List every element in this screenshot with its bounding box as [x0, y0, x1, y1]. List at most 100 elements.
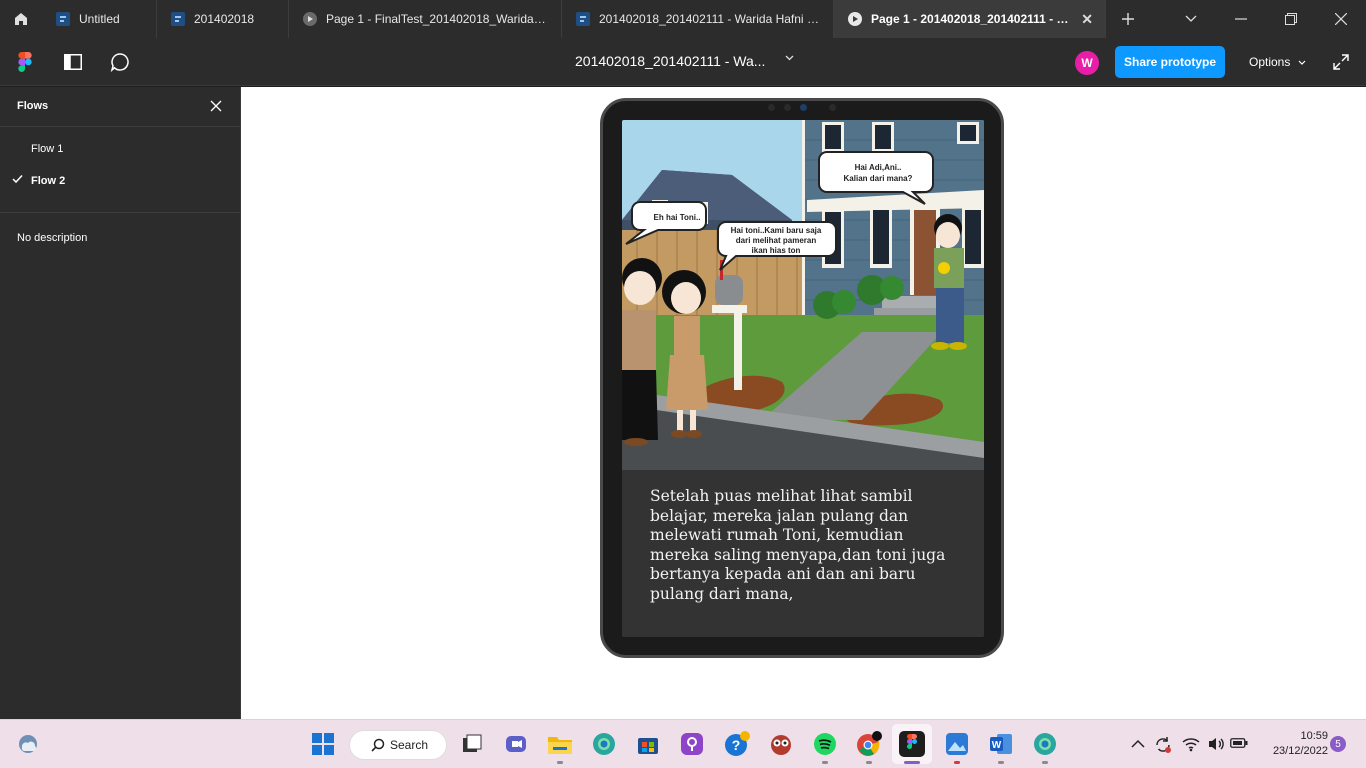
help-question-icon: ? [725, 731, 750, 756]
spotify-button[interactable] [811, 730, 839, 758]
sidebar-panel-icon [64, 54, 82, 70]
windows-logo-icon [312, 733, 334, 755]
clock[interactable]: 10:59 23/12/2022 [1258, 729, 1328, 759]
taskbar-search[interactable]: Search [349, 730, 447, 760]
teams-chat-button[interactable] [502, 730, 530, 758]
flow-item-flow-2[interactable]: Flow 2 [0, 165, 240, 197]
svg-text:W: W [992, 740, 1002, 751]
new-tab-button[interactable] [1106, 0, 1150, 38]
toggle-sidebar-button[interactable] [61, 50, 85, 74]
share-prototype-button[interactable]: Share prototype [1115, 46, 1225, 78]
camera-dot [800, 104, 807, 111]
speech-bubble-toni-line-1: Hai Adi,Ani.. [855, 163, 902, 172]
prototype-screen[interactable]: Hai Adi,Ani.. Kalian dari mana? Eh hai T… [622, 120, 984, 637]
battery-button[interactable] [1230, 736, 1248, 754]
tab-active-prototype[interactable]: Page 1 - 201402018_201402111 - Warid ✕ [834, 0, 1106, 38]
task-view-icon [463, 734, 482, 752]
weather-widget-icon [19, 735, 37, 753]
edge-profile-button[interactable] [1031, 730, 1059, 758]
sync-status-button[interactable] [1154, 736, 1172, 759]
tab-untitled[interactable]: Untitled [42, 0, 157, 38]
running-indicator [998, 761, 1004, 764]
running-indicator [1042, 761, 1048, 764]
svg-text:?: ? [732, 737, 741, 753]
chevron-down-icon [1185, 15, 1197, 22]
flow-item-flow-1[interactable]: Flow 1 [0, 133, 240, 165]
minimize-icon [1235, 18, 1247, 20]
start-button[interactable] [309, 730, 337, 758]
camera-dot [829, 104, 836, 111]
chrome-button[interactable] [855, 730, 883, 758]
flows-panel: Flows Flow 1 Flow 2 No description [0, 87, 241, 719]
volume-button[interactable] [1207, 736, 1225, 757]
close-icon [1335, 13, 1347, 25]
fullscreen-button[interactable] [1333, 54, 1349, 75]
file-explorer-button[interactable] [546, 730, 574, 758]
microsoft-store-button[interactable] [634, 730, 662, 758]
camera-dot [784, 104, 791, 111]
spotify-icon [814, 733, 836, 755]
home-button[interactable] [0, 0, 42, 38]
photos-app-button[interactable] [943, 730, 971, 758]
chevron-down-icon[interactable] [785, 52, 794, 64]
speech-bubble-ani-line-1: Hai toni..Kami baru saja [731, 226, 822, 235]
game-app-button[interactable] [767, 730, 795, 758]
sync-icon [1156, 737, 1171, 753]
flow-label: Flow 2 [31, 175, 66, 187]
user-avatar[interactable]: W [1075, 51, 1099, 75]
word-app-button[interactable]: W [987, 730, 1015, 758]
flows-panel-title: Flows [17, 100, 49, 112]
close-tab-icon[interactable]: ✕ [1081, 11, 1093, 28]
comment-button[interactable] [108, 50, 132, 74]
widgets-button[interactable] [14, 730, 42, 758]
help-app-button[interactable]: ? [723, 730, 751, 758]
running-indicator [866, 761, 872, 764]
tab-list-button[interactable] [1166, 0, 1216, 38]
comment-bubble-icon [110, 53, 129, 72]
close-window-button[interactable] [1316, 0, 1366, 38]
flow-label: Flow 1 [31, 143, 64, 155]
prototype-canvas: Hai Adi,Ani.. Kalian dari mana? Eh hai T… [241, 87, 1366, 719]
show-hidden-icons-button[interactable] [1131, 736, 1145, 754]
active-indicator [904, 761, 920, 764]
search-label: Search [390, 738, 429, 752]
tab-label: Untitled [79, 12, 120, 26]
figma-logo-icon [18, 52, 32, 72]
photos-icon [946, 733, 968, 755]
close-icon[interactable] [210, 99, 222, 117]
running-indicator [557, 761, 563, 764]
plus-icon [1122, 13, 1134, 25]
comic-scene-illustration: Hai Adi,Ani.. Kalian dari mana? Eh hai T… [622, 120, 984, 470]
clock-time: 10:59 [1300, 730, 1328, 742]
tab-label: Page 1 - 201402018_201402111 - Warid [871, 12, 1074, 26]
network-button[interactable] [1182, 736, 1200, 757]
task-view-button[interactable] [458, 730, 486, 758]
prototype-play-icon [303, 12, 317, 26]
video-chat-icon [506, 736, 526, 752]
tab-design-file[interactable]: 201402018_201402111 - Warida Hafni Ha [562, 0, 834, 38]
flow-description: No description [17, 232, 88, 244]
tab-finaltest-prototype[interactable]: Page 1 - FinalTest_201402018_Warida Ha [289, 0, 562, 38]
owl-game-icon [771, 735, 791, 755]
file-title[interactable]: 201402018_201402111 - Wa... [575, 53, 765, 69]
tab-201402018[interactable]: 201402018 [157, 0, 289, 38]
figma-menu-button[interactable] [13, 50, 37, 74]
notification-badge[interactable]: 5 [1330, 736, 1346, 752]
camera-dot [768, 104, 775, 111]
podcast-icon [681, 733, 703, 755]
running-indicator [954, 761, 960, 764]
figma-file-icon [56, 12, 70, 26]
word-document-icon: W [990, 734, 1012, 754]
tab-label: Page 1 - FinalTest_201402018_Warida Ha [326, 12, 549, 26]
browser-tab-bar: Untitled 201402018 Page 1 - FinalTest_20… [0, 0, 1366, 38]
home-icon [15, 13, 27, 25]
restore-button[interactable] [1266, 0, 1316, 38]
options-menu-button[interactable]: Options [1249, 55, 1306, 69]
edge-browser-icon [593, 733, 615, 755]
figma-app-button[interactable] [898, 730, 926, 758]
search-icon [371, 738, 385, 752]
minimize-button[interactable] [1216, 0, 1266, 38]
edge-browser-button[interactable] [590, 730, 618, 758]
speech-bubble-toni-line-2: Kalian dari mana? [844, 174, 913, 183]
podcast-app-button[interactable] [678, 730, 706, 758]
